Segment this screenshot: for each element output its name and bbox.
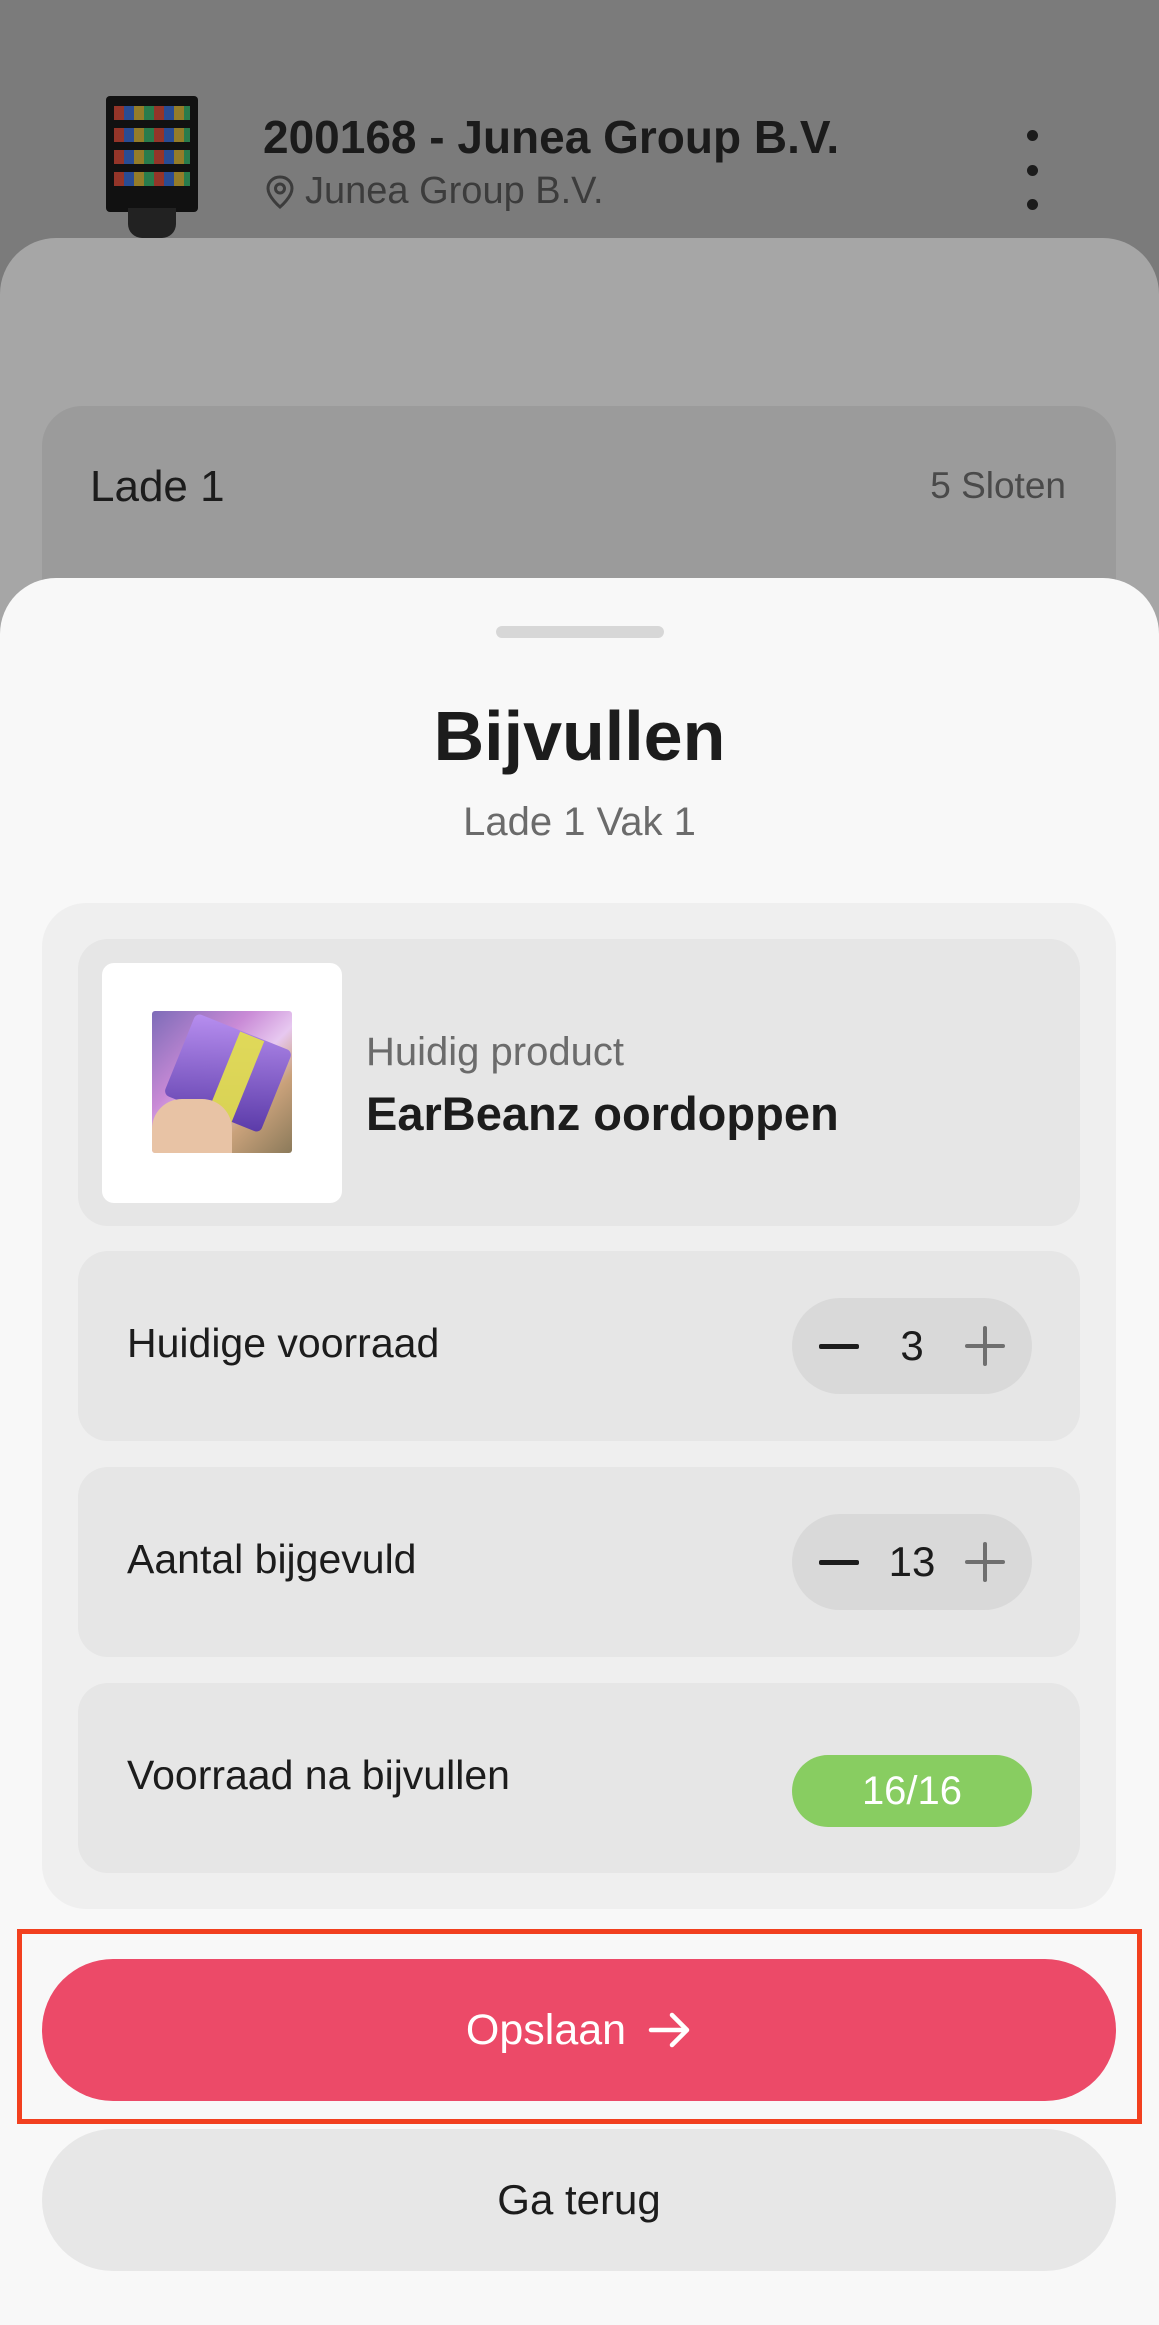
vending-machine-image	[106, 96, 198, 238]
refilled-amount-stepper: 13	[792, 1514, 1032, 1610]
stock-after-refill-badge: 16/16	[792, 1755, 1032, 1827]
location-pin-icon	[266, 174, 294, 209]
dot	[1026, 199, 1038, 210]
increment-icon[interactable]	[964, 1325, 1006, 1367]
dot	[1026, 164, 1038, 176]
dot	[1026, 130, 1038, 141]
drawer-title: Lade 1	[90, 462, 225, 511]
sheet-subtitle: Lade 1 Vak 1	[463, 800, 696, 844]
drawer-slot-count: 5 Sloten	[930, 465, 1066, 506]
location-text: Junea Group B.V.	[305, 170, 604, 212]
stock-after-refill-label: Voorraad na bijvullen	[127, 1752, 510, 1798]
machine-title: 200168 - Junea Group B.V.	[263, 111, 840, 163]
go-back-label: Ga terug	[497, 2176, 661, 2223]
save-button-label: Opslaan	[465, 2005, 627, 2054]
sheet-drag-handle[interactable]	[496, 626, 664, 638]
decrement-icon[interactable]	[818, 1541, 860, 1583]
product-label: Huidig product	[366, 1030, 624, 1074]
machine-shelf	[114, 128, 190, 142]
current-stock-stepper: 3	[792, 1298, 1032, 1394]
machine-body	[106, 96, 198, 212]
machine-shelf	[114, 172, 190, 186]
current-stock-label: Huidige voorraad	[127, 1320, 440, 1366]
machine-shelf	[114, 106, 190, 120]
machine-location: Junea Group B.V.	[265, 170, 604, 213]
screen: 200168 - Junea Group B.V. Junea Group B.…	[0, 0, 1159, 2325]
decrement-icon[interactable]	[818, 1325, 860, 1367]
increment-icon[interactable]	[964, 1541, 1006, 1583]
hand	[152, 1099, 232, 1153]
machine-stand	[128, 208, 176, 238]
go-back-button[interactable]: Ga terug	[42, 2129, 1116, 2271]
more-options-icon[interactable]	[1012, 130, 1052, 210]
product-name: EarBeanz oordoppen	[366, 1087, 839, 1140]
save-button[interactable]: Opslaan	[42, 1959, 1116, 2101]
refilled-amount-label: Aantal bijgevuld	[127, 1536, 417, 1582]
current-stock-value: 3	[900, 1322, 924, 1369]
arrow-right-icon	[648, 2012, 690, 2048]
product-image	[152, 1011, 292, 1153]
refilled-amount-value: 13	[888, 1538, 936, 1585]
sheet-title: Bijvullen	[433, 697, 726, 775]
machine-shelf	[114, 150, 190, 164]
